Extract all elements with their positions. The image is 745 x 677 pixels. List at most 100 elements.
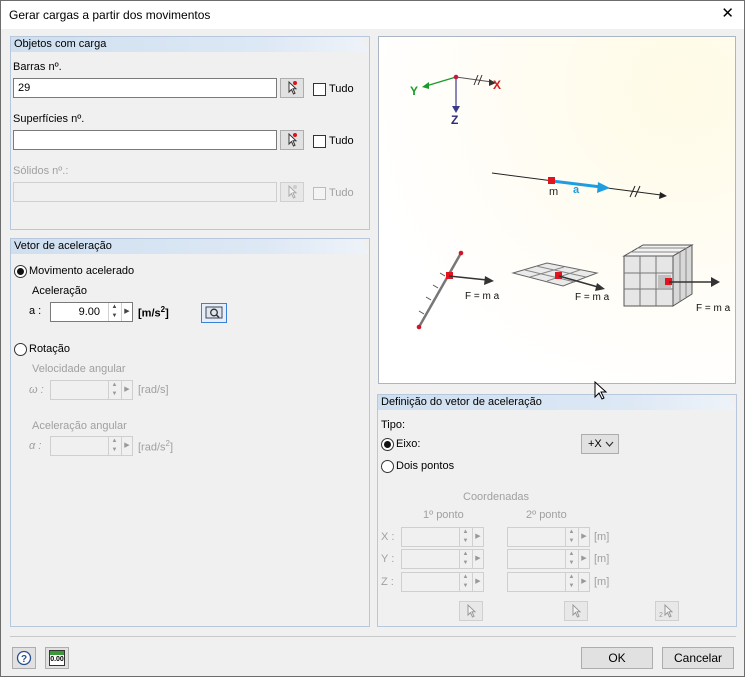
solids-all-checkbox <box>313 187 326 200</box>
solids-all-label: Tudo <box>329 187 354 199</box>
pick-cursor-icon <box>288 132 298 147</box>
axis-dropdown[interactable]: +X <box>581 434 619 454</box>
axis-radio[interactable] <box>381 438 394 451</box>
pick-cursor-icon <box>288 80 298 95</box>
angular-acceleration-label: Aceleração angular <box>32 420 127 432</box>
coordinates-label: Coordenadas <box>463 491 530 503</box>
members-all-checkbox[interactable] <box>313 83 326 96</box>
accelerated-motion-radio[interactable] <box>14 265 27 278</box>
solids-pick-button <box>280 182 304 202</box>
ok-button[interactable]: OK <box>581 647 653 669</box>
close-icon[interactable]: ✕ <box>721 6 734 21</box>
units-icon: 0.00 <box>49 650 65 666</box>
cancel-button[interactable]: Cancelar <box>662 647 734 669</box>
spin-arrow-icon[interactable]: ▶ <box>121 303 132 321</box>
solid-force-label: F = m a <box>696 303 731 314</box>
surfaces-input[interactable] <box>13 130 277 150</box>
svg-text:?: ? <box>21 654 27 665</box>
member-force-label: F = m a <box>465 291 500 302</box>
p2-y-stepper: ▲ ▼ ▶ <box>507 549 590 569</box>
axes-icon: X Y Z <box>410 74 501 127</box>
spin-arrow-icon: ▶ <box>472 550 483 568</box>
pick-point2-button <box>564 601 588 621</box>
p1-x-stepper: ▲ ▼ ▶ <box>401 527 484 547</box>
axis-x-label: X <box>493 78 501 92</box>
y-coord-label: Y : <box>381 553 395 565</box>
spin-arrow-icon: ▶ <box>578 528 589 546</box>
angular-velocity-unit: [rad/s] <box>138 384 169 396</box>
spin-updown-icon: ▲ ▼ <box>565 550 577 568</box>
a-symbol-label: a : <box>29 305 42 317</box>
svg-text:2: 2 <box>659 612 663 619</box>
x-unit: [m] <box>594 531 610 543</box>
surface-force-label: F = m a <box>575 292 610 303</box>
pick-cursor-icon <box>467 603 477 618</box>
member-force-icon: F = m a <box>416 250 500 330</box>
surfaces-all-checkbox[interactable] <box>313 135 326 148</box>
rotation-radio[interactable] <box>14 343 27 356</box>
definition-panel: Definição do vetor de aceleração Tipo: E… <box>377 394 737 627</box>
solids-input <box>13 182 277 202</box>
surface-force-icon: F = m a <box>511 262 610 303</box>
point2-label: 2º ponto <box>526 509 567 521</box>
pick-two-points-icon: 2 <box>659 603 674 619</box>
angular-acceleration-stepper: ▲ ▼ ▶ <box>50 436 133 456</box>
members-pick-button[interactable] <box>280 78 304 98</box>
spin-arrow-icon: ▶ <box>472 528 483 546</box>
loaded-objects-heading: Objetos com carga <box>11 37 369 52</box>
surfaces-label: Superfícies nº. <box>13 113 85 125</box>
loaded-objects-panel: Objetos com carga Barras nº. 29 Tudo Sup… <box>10 36 370 230</box>
rotation-label: Rotação <box>29 343 70 355</box>
solid-force-icon: F = m a <box>622 244 731 314</box>
help-button[interactable]: ? <box>12 647 36 669</box>
acc-label: a <box>573 184 580 196</box>
axis-label: Eixo: <box>396 438 421 450</box>
p2-x-stepper: ▲ ▼ ▶ <box>507 527 590 547</box>
pick-point1-button <box>459 601 483 621</box>
pick-cursor-icon <box>572 603 582 618</box>
acceleration-stepper[interactable]: 9.00 ▲ ▼ ▶ <box>50 302 133 322</box>
spin-updown-icon: ▲ ▼ <box>459 573 471 591</box>
spin-updown-icon: ▲ ▼ <box>565 573 577 591</box>
footer-separator <box>10 636 736 637</box>
type-label: Tipo: <box>381 419 406 431</box>
dialog-title: Gerar cargas a partir dos movimentos <box>9 8 211 22</box>
units-button[interactable]: 0.00 <box>45 647 69 669</box>
axis-y-label: Y <box>410 84 418 98</box>
spin-arrow-icon: ▶ <box>121 437 132 455</box>
y-unit: [m] <box>594 553 610 565</box>
z-unit: [m] <box>594 576 610 588</box>
spin-updown-icon: ▲ ▼ <box>565 528 577 546</box>
mass-label: m <box>549 186 558 198</box>
p1-z-stepper: ▲ ▼ ▶ <box>401 572 484 592</box>
surfaces-all-label: Tudo <box>329 135 354 147</box>
surfaces-pick-button[interactable] <box>280 130 304 150</box>
angular-acceleration-unit: [rad/s2] <box>138 439 174 454</box>
p2-z-stepper: ▲ ▼ ▶ <box>507 572 590 592</box>
two-points-label: Dois pontos <box>396 460 455 472</box>
members-input[interactable]: 29 <box>13 78 277 98</box>
title-bar: Gerar cargas a partir dos movimentos ✕ <box>1 1 744 29</box>
two-points-radio[interactable] <box>381 460 394 473</box>
spin-arrow-icon: ▶ <box>472 573 483 591</box>
acceleration-value: 9.00 <box>78 306 100 318</box>
alpha-label: α : <box>29 440 42 452</box>
point1-label: 1º ponto <box>423 509 464 521</box>
spin-updown-icon[interactable]: ▲ ▼ <box>108 303 120 321</box>
acceleration-vector-panel: Vetor de aceleração Movimento acelerado … <box>10 238 370 627</box>
spin-updown-icon: ▲ ▼ <box>459 528 471 546</box>
acceleration-vector-heading: Vetor de aceleração <box>11 239 369 254</box>
help-icon: ? <box>16 650 32 666</box>
accelerated-motion-label: Movimento acelerado <box>29 265 135 277</box>
omega-label: ω : <box>29 384 44 396</box>
acceleration-label: Aceleração <box>32 285 88 297</box>
spin-updown-icon: ▲ ▼ <box>108 437 120 455</box>
mass-acceleration-icon: m a <box>491 172 667 199</box>
spin-updown-icon: ▲ ▼ <box>459 550 471 568</box>
acceleration-detail-button[interactable] <box>201 303 227 323</box>
diagram-canvas: X Y Z m a F = m a F = m a F = m a <box>378 36 736 384</box>
axis-dropdown-value: +X <box>588 438 602 450</box>
angular-velocity-stepper: ▲ ▼ ▶ <box>50 380 133 400</box>
acceleration-unit: [m/s2] <box>138 305 169 320</box>
members-all-label: Tudo <box>329 83 354 95</box>
